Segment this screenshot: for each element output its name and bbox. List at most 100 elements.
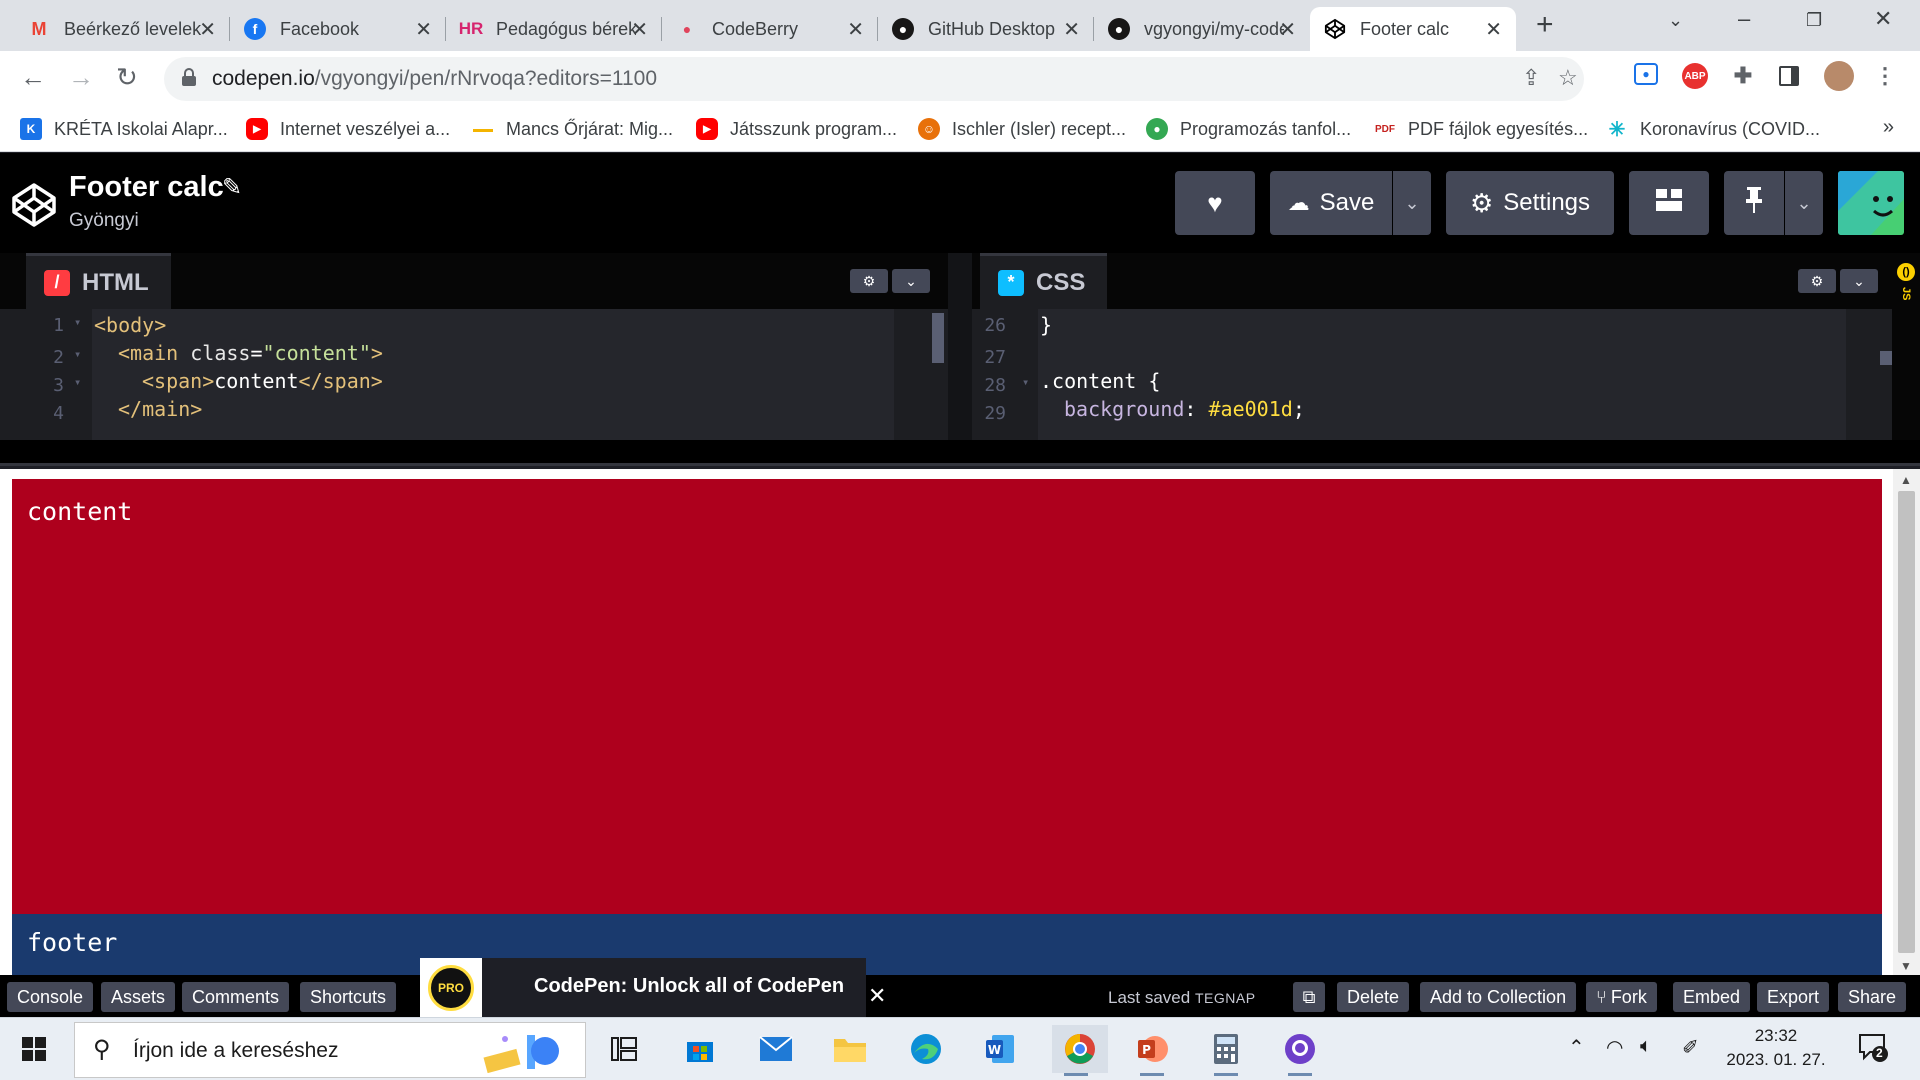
url-text[interactable]: codepen.io/vgyongyi/pen/rNrvoqa?editors=… <box>212 67 657 91</box>
close-icon[interactable]: ✕ <box>631 17 648 42</box>
bookmark-koronavirus[interactable]: ✳ Koronavírus (COVID... <box>1606 114 1820 144</box>
bookmark-mancs[interactable]: ▬▬ Mancs Őrjárat: Mig... <box>472 114 673 144</box>
preview-resize-bar[interactable] <box>0 440 1920 466</box>
editor-resize-handle[interactable] <box>948 253 972 440</box>
windows-start-icon[interactable] <box>22 1037 46 1061</box>
close-icon[interactable]: ✕ <box>415 17 432 42</box>
pin-button[interactable] <box>1724 171 1784 235</box>
task-view-icon[interactable] <box>600 1025 648 1073</box>
preview-scrollbar[interactable]: ▲ ▼ <box>1893 469 1920 975</box>
taskbar-search-box[interactable]: ⚲ Írjon ide a kereséshez <box>74 1022 586 1078</box>
scroll-down-arrow-icon[interactable]: ▼ <box>1900 959 1912 973</box>
volume-icon[interactable]: 🔈︎ <box>1640 1035 1652 1058</box>
fork-button[interactable]: ⑂ Fork <box>1586 982 1657 1012</box>
taskbar-clock[interactable]: 23:32 2023. 01. 27. <box>1716 1024 1836 1072</box>
settings-button[interactable]: ⚙ Settings <box>1446 171 1614 235</box>
export-button[interactable]: Export <box>1757 982 1830 1012</box>
profile-avatar[interactable] <box>1824 61 1854 91</box>
back-icon[interactable]: ← <box>20 62 46 93</box>
assets-button[interactable]: Assets <box>101 982 176 1012</box>
close-icon[interactable]: ✕ <box>1063 17 1080 42</box>
scrollbar-thumb[interactable] <box>1898 491 1915 953</box>
github-desktop-icon[interactable] <box>1276 1025 1324 1076</box>
bookmark-internet[interactable]: ▶ Internet veszélyei a... <box>246 114 450 144</box>
shortcuts-button[interactable]: Shortcuts <box>300 982 397 1012</box>
calculator-icon[interactable] <box>1202 1025 1250 1076</box>
browser-tab-codeberry[interactable]: ● CodeBerry ✕ <box>662 7 878 51</box>
open-external-button[interactable]: ⧉ <box>1293 982 1325 1012</box>
restore-icon[interactable]: ❐ <box>1806 10 1822 31</box>
bookmark-programozas[interactable]: ● Programozás tanfol... <box>1146 114 1351 144</box>
file-explorer-icon[interactable] <box>826 1025 874 1073</box>
html-editor-scrollbar[interactable] <box>932 313 944 363</box>
bookmark-kreta[interactable]: K KRÉTA Iskolai Alapr... <box>20 114 228 144</box>
change-view-button[interactable] <box>1629 171 1709 235</box>
browser-tab-hr[interactable]: HR Pedagógus bérek ✕ <box>446 7 662 51</box>
side-panel-icon[interactable] <box>1776 63 1802 89</box>
close-icon[interactable]: ✕ <box>1485 17 1502 42</box>
save-button[interactable]: ☁ Save <box>1270 171 1392 235</box>
pen-author[interactable]: Gyöngyi <box>69 210 139 232</box>
html-editor-settings-gear-icon[interactable]: ⚙ <box>850 269 888 293</box>
bookmark-jatsszunk[interactable]: ▶ Játsszunk program... <box>696 114 897 144</box>
pen-menu-icon[interactable]: ✐ <box>1682 1035 1699 1060</box>
show-hidden-icons-chevron-icon[interactable]: ⌃ <box>1568 1035 1585 1060</box>
pro-promo-banner[interactable]: PRO CodePen: Unlock all of CodePen <box>420 958 866 1017</box>
powerpoint-icon[interactable]: P <box>1128 1025 1176 1076</box>
share-button[interactable]: Share <box>1838 982 1907 1012</box>
notification-center-icon[interactable]: 2 <box>1858 1032 1888 1062</box>
screen-recorder-icon[interactable]: ● <box>1634 63 1658 85</box>
css-editor-scrollbar[interactable] <box>1880 351 1892 365</box>
browser-tab-github-repo[interactable]: ● vgyongyi/my-code ✕ <box>1094 7 1310 51</box>
more-bookmarks-icon[interactable]: » <box>1883 116 1894 139</box>
comments-button[interactable]: Comments <box>182 982 290 1012</box>
close-icon[interactable]: ✕ <box>199 17 216 42</box>
css-editor-collapse-chevron-icon[interactable]: ⌄ <box>1840 269 1878 293</box>
js-editor-collapsed[interactable]: () JS <box>1892 253 1920 440</box>
browser-tab-github-desktop[interactable]: ● GitHub Desktop ✕ <box>878 7 1094 51</box>
html-code-area[interactable]: 1 2 3 4 ▾ ▾ ▾ <body> <main class="conten… <box>0 309 948 440</box>
edge-icon[interactable] <box>902 1025 950 1073</box>
forward-icon[interactable]: → <box>68 62 94 93</box>
chrome-menu-icon[interactable]: ⋮ <box>1872 63 1898 89</box>
fold-arrow-icon[interactable]: ▾ <box>74 375 81 389</box>
add-to-collection-button[interactable]: Add to Collection <box>1420 982 1577 1012</box>
fold-arrow-icon[interactable]: ▾ <box>74 315 81 329</box>
edit-pencil-icon[interactable]: ✎ <box>222 173 242 202</box>
bookmark-star-icon[interactable]: ☆ <box>1558 65 1578 91</box>
html-editor-collapse-chevron-icon[interactable]: ⌄ <box>892 269 930 293</box>
close-icon[interactable]: ✕ <box>1279 17 1296 42</box>
pin-options-button[interactable]: ⌄ <box>1785 171 1823 235</box>
minimize-icon[interactable]: – <box>1738 6 1750 32</box>
browser-tab-gmail[interactable]: M Beérkező levelek ✕ <box>14 7 230 51</box>
css-editor-settings-gear-icon[interactable]: ⚙ <box>1798 269 1836 293</box>
fold-arrow-icon[interactable]: ▾ <box>1022 375 1029 389</box>
codepen-logo-icon[interactable] <box>10 181 58 229</box>
address-bar[interactable]: codepen.io/vgyongyi/pen/rNrvoqa?editors=… <box>164 57 1584 101</box>
adblock-icon[interactable]: ABP <box>1682 63 1708 89</box>
new-tab-icon[interactable]: + <box>1536 8 1554 42</box>
ms-store-icon[interactable] <box>676 1025 724 1073</box>
promo-close-icon[interactable]: ✕ <box>868 983 886 1009</box>
browser-tab-facebook[interactable]: f Facebook ✕ <box>230 7 446 51</box>
bookmark-pdf[interactable]: PDF PDF fájlok egyesítés... <box>1374 114 1588 144</box>
mail-icon[interactable] <box>752 1025 800 1073</box>
chrome-icon[interactable] <box>1052 1025 1108 1076</box>
html-editor-tab[interactable]: / HTML <box>26 253 171 309</box>
wifi-icon[interactable]: ◠ <box>1606 1035 1623 1060</box>
embed-button[interactable]: Embed <box>1673 982 1751 1012</box>
tab-search-icon[interactable]: ⌄ <box>1668 10 1683 31</box>
love-button[interactable]: ♥ <box>1175 171 1255 235</box>
save-options-button[interactable]: ⌄ <box>1393 171 1431 235</box>
reload-icon[interactable]: ↻ <box>116 62 138 93</box>
share-icon[interactable]: ⇪ <box>1522 65 1540 91</box>
extensions-icon[interactable]: ✚ <box>1730 63 1756 89</box>
word-icon[interactable]: W <box>976 1025 1024 1073</box>
css-editor-tab[interactable]: * CSS <box>980 253 1108 309</box>
fold-arrow-icon[interactable]: ▾ <box>74 347 81 361</box>
delete-button[interactable]: Delete <box>1337 982 1410 1012</box>
browser-tab-footer-calc[interactable]: Footer calc ✕ <box>1310 7 1516 51</box>
scroll-up-arrow-icon[interactable]: ▲ <box>1900 473 1912 487</box>
user-avatar[interactable] <box>1838 171 1904 235</box>
pen-title[interactable]: Footer calc <box>69 171 224 204</box>
